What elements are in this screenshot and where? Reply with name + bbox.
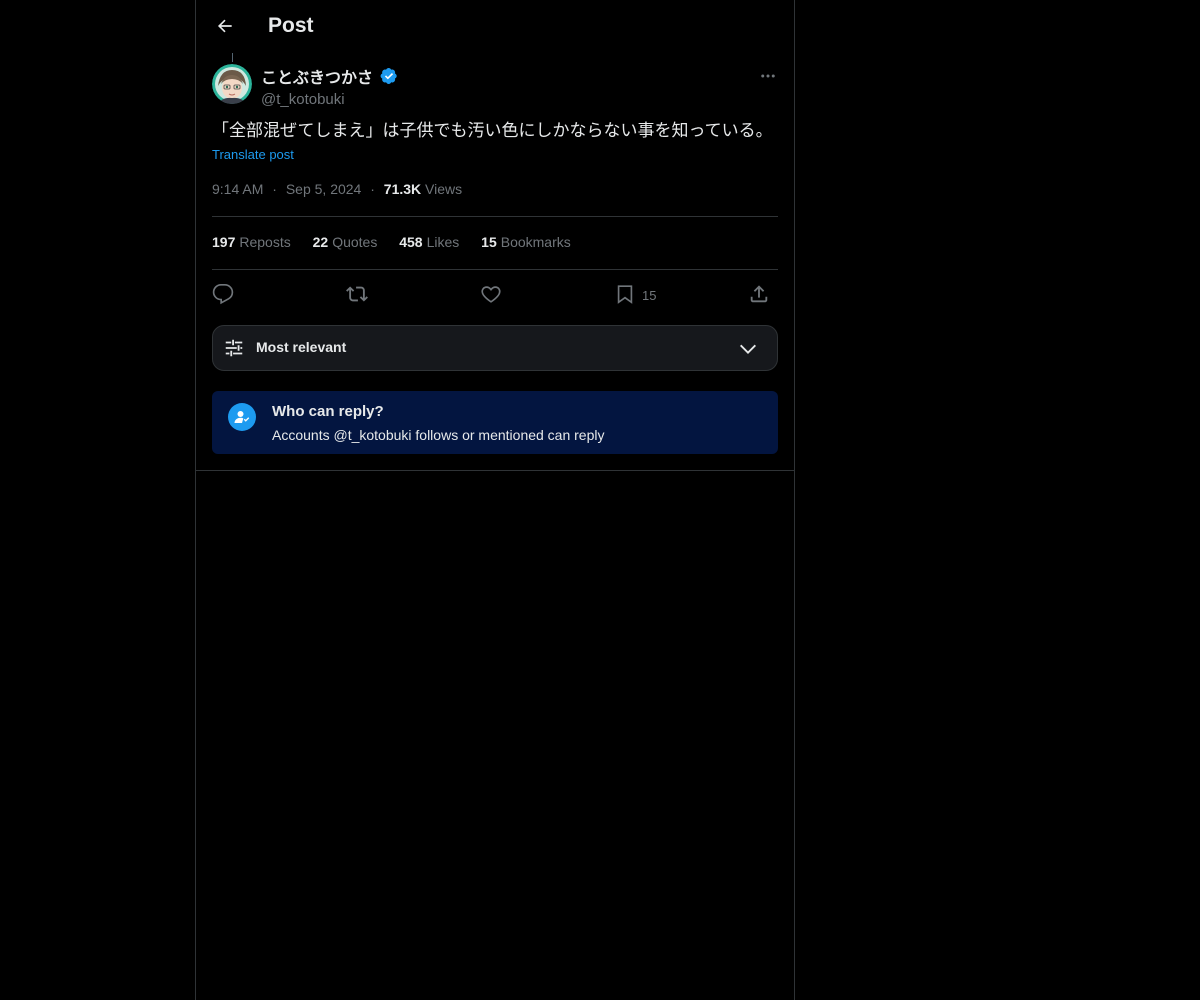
- heart-icon: [481, 286, 501, 303]
- post-text: 「全部混ぜてしまえ」は子供でも汚い色にしかならない事を知っている。: [212, 121, 773, 141]
- meta-separator: ·: [370, 181, 375, 197]
- like-button[interactable]: [480, 280, 502, 308]
- repost-icon: [346, 286, 368, 302]
- action-bar: 15: [212, 280, 778, 308]
- views-count: 71.3K: [383, 181, 422, 197]
- reply-sort-dropdown[interactable]: Most relevant: [212, 325, 778, 371]
- stat-bookmarks[interactable]: 15 Bookmarks: [481, 234, 571, 250]
- post-meta: 9:14 AM · Sep 5, 2024 · 71.3K Views: [212, 181, 462, 197]
- divider: [212, 216, 778, 217]
- author-info: ことぶきつかさ @t_kotobuki: [261, 64, 398, 108]
- reply-icon: [212, 284, 234, 305]
- bookmark-count: 15: [642, 288, 657, 303]
- engagement-stats: 197 Reposts 22 Quotes 458 Likes 15 Bookmarks: [212, 234, 589, 250]
- divider: [196, 470, 794, 471]
- avatar-image: [212, 64, 252, 104]
- who-can-reply-description: Accounts @t_kotobuki follows or mentione…: [272, 427, 605, 443]
- who-can-reply-notice: Who can reply? Accounts @t_kotobuki foll…: [212, 391, 778, 454]
- bookmark-button[interactable]: 15: [614, 280, 656, 308]
- share-icon: [750, 285, 768, 303]
- views-label: Views: [425, 181, 463, 197]
- page-header: Post: [196, 0, 794, 53]
- post-time[interactable]: 9:14 AM: [212, 181, 263, 197]
- chevron-down-icon: [740, 344, 756, 354]
- thread-line: [232, 53, 233, 62]
- repost-button[interactable]: [346, 280, 368, 308]
- main-column: Post ことぶきつかさ @t_kotobuki 「全部混ぜてしまえ」は子供でも…: [195, 0, 795, 1000]
- bookmark-icon: [617, 285, 633, 304]
- sliders-icon: [225, 339, 243, 357]
- post-date[interactable]: Sep 5, 2024: [286, 181, 362, 197]
- arrow-left-icon: [217, 19, 232, 33]
- stat-quotes[interactable]: 22 Quotes: [313, 234, 378, 250]
- meta-separator: ·: [272, 181, 277, 197]
- author-handle[interactable]: @t_kotobuki: [261, 91, 398, 108]
- author-display-name[interactable]: ことぶきつかさ: [261, 64, 373, 88]
- avatar[interactable]: [212, 64, 252, 104]
- who-can-reply-title: Who can reply?: [272, 403, 384, 420]
- translate-post-link[interactable]: Translate post: [212, 147, 294, 162]
- divider: [212, 269, 778, 270]
- verified-badge-icon[interactable]: [380, 67, 398, 85]
- stat-likes[interactable]: 458 Likes: [399, 234, 459, 250]
- reply-button[interactable]: [212, 280, 234, 308]
- user-check-icon: [228, 403, 256, 431]
- share-button[interactable]: [748, 280, 770, 308]
- sort-label: Most relevant: [256, 339, 347, 355]
- page-title: Post: [268, 14, 314, 37]
- back-button[interactable]: [208, 9, 242, 43]
- stat-reposts[interactable]: 197 Reposts: [212, 234, 291, 250]
- more-horizontal-icon: [761, 74, 775, 78]
- more-options-button[interactable]: [756, 64, 780, 88]
